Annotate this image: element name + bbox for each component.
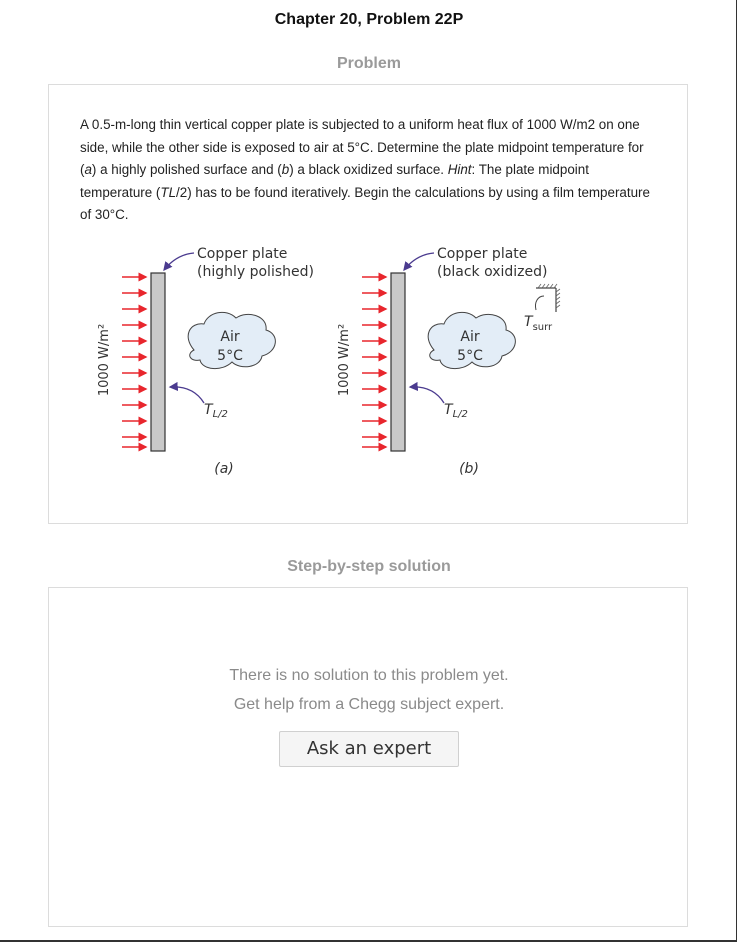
problem-heading: Problem — [336, 55, 401, 72]
problem-text-part: ) a highly polished surface and ( — [91, 162, 282, 177]
flux-label-b: 1000 W/m² — [337, 324, 352, 396]
figure-b: 1000 W/m² Copper plate (black oxidized) … — [337, 246, 561, 477]
copper-plate-b — [390, 272, 406, 452]
caption-a: (a) — [214, 461, 234, 477]
solution-heading: Step-by-step solution — [287, 558, 451, 575]
plate-label-b-2: (black oxidized) — [437, 264, 547, 280]
no-solution-text: There is no solution to this problem yet… — [229, 667, 509, 684]
problem-text-italic: a — [84, 162, 92, 177]
chapter-title: Chapter 20, Problem 22P — [274, 11, 464, 28]
copper-plate-a — [150, 272, 166, 452]
tl2-pointer-a — [168, 381, 205, 404]
tl2-label-b: TL/2 — [444, 402, 468, 420]
heat-flux-arrows-b — [362, 272, 388, 452]
plate-label-a-1: Copper plate — [197, 246, 287, 262]
tl2-pointer-b — [408, 381, 445, 404]
air-temp-a: 5°C — [217, 348, 243, 364]
plate-label-a-2: (highly polished) — [197, 264, 314, 280]
plate-pointer-a — [163, 252, 195, 272]
tl2-label-a: TL/2 — [204, 402, 228, 420]
problem-text-part: ) a black oxidized surface. — [289, 162, 448, 177]
plate-pointer-b — [403, 252, 435, 272]
problem-text: A 0.5-m-long thin vertical copper plate … — [80, 114, 660, 227]
problem-text-italic: TL — [160, 184, 177, 200]
figure-a: 1000 W/m² Copper plate (highly polished)… — [97, 246, 314, 477]
heat-flux-arrows-a — [122, 272, 148, 452]
plate-label-b-1: Copper plate — [437, 246, 527, 262]
air-temp-b: 5°C — [457, 348, 483, 364]
problem-box: A 0.5-m-long thin vertical copper plate … — [48, 84, 688, 524]
flux-label-a: 1000 W/m² — [97, 324, 112, 396]
caption-b: (b) — [459, 461, 479, 477]
surroundings-icon — [535, 283, 561, 312]
expert-help-text: Get help from a Chegg subject expert. — [233, 696, 505, 713]
solution-box: There is no solution to this problem yet… — [48, 587, 688, 927]
ask-expert-button[interactable]: Ask an expert — [279, 731, 459, 767]
hint-label: Hint — [447, 162, 472, 177]
air-label-a: Air — [220, 329, 239, 345]
tsurr-label: Tsurr — [524, 314, 553, 333]
air-label-b: Air — [460, 329, 479, 345]
problem-figure: 1000 W/m² Copper plate (highly polished)… — [97, 246, 561, 477]
